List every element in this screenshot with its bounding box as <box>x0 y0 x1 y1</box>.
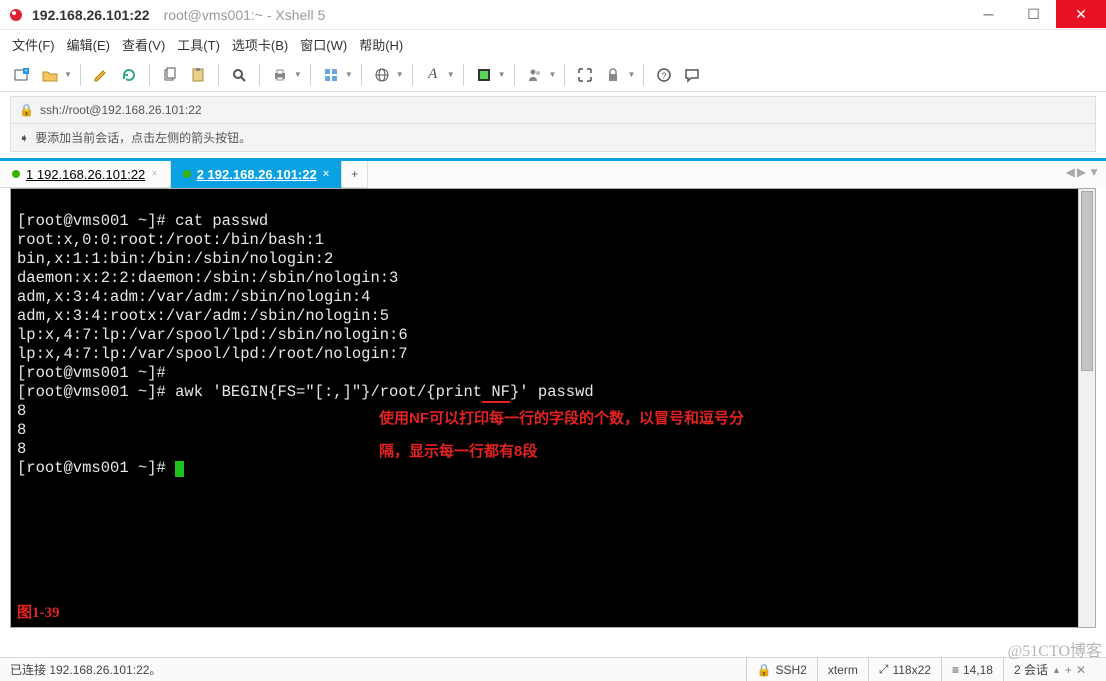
menu-view[interactable]: 查看(V) <box>122 35 165 54</box>
status-term: xterm <box>817 658 868 681</box>
window-title-primary: 192.168.26.101:22 <box>32 7 150 23</box>
minimize-button[interactable]: ─ <box>966 0 1011 28</box>
terminal-line: adm,x:3:4:rootx:/var/adm:/sbin/nologin:5 <box>17 307 389 325</box>
tab-prev-icon[interactable]: ◀ <box>1066 165 1075 179</box>
status-dot-icon <box>183 170 191 178</box>
status-dot-icon <box>12 170 20 178</box>
terminal-scrollbar[interactable] <box>1078 189 1095 627</box>
plus-icon[interactable]: + <box>1065 663 1072 677</box>
svg-text:+: + <box>24 68 28 75</box>
add-tab-button[interactable]: + <box>342 161 368 188</box>
help-icon[interactable]: ? <box>652 63 676 87</box>
edit-icon[interactable] <box>89 63 113 87</box>
close-small-icon[interactable]: ✕ <box>1076 663 1086 677</box>
terminal-line: 8 <box>17 440 26 458</box>
properties-icon[interactable] <box>319 63 343 87</box>
color-icon[interactable] <box>472 63 496 87</box>
terminal-container: [root@vms001 ~]# cat passwd root:x,0:0:r… <box>10 188 1096 628</box>
print-icon[interactable] <box>268 63 292 87</box>
tab-close-icon[interactable]: × <box>323 168 329 180</box>
font-icon[interactable]: A <box>421 63 445 87</box>
window-controls: ─ ☐ ✕ <box>966 0 1106 29</box>
position-icon: ≡ <box>952 663 959 677</box>
annotation-line-2: 隔，显示每一行都有8段 <box>379 437 537 467</box>
terminal-line: [root@vms001 ~]# awk 'BEGIN{FS="[:,]"}/r… <box>17 383 594 403</box>
menu-edit[interactable]: 编辑(E) <box>67 35 110 54</box>
status-pos: ≡14,18 <box>941 658 1003 681</box>
lock-small-icon: 🔒 <box>19 103 34 117</box>
maximize-button[interactable]: ☐ <box>1011 0 1056 28</box>
chevron-up-icon[interactable]: ▲ <box>1052 665 1061 675</box>
tab-next-icon[interactable]: ▶ <box>1077 165 1086 179</box>
fullscreen-icon[interactable] <box>573 63 597 87</box>
hint-text: 要添加当前会话，点击左侧的箭头按钮。 <box>35 129 251 146</box>
app-icon <box>8 7 24 23</box>
dropdown-icon[interactable]: ▼ <box>549 70 557 79</box>
dropdown-icon[interactable]: ▼ <box>345 70 353 79</box>
dropdown-icon[interactable]: ▼ <box>64 70 72 79</box>
session-tab-1[interactable]: 1 192.168.26.101:22 × <box>0 161 171 188</box>
chat-icon[interactable] <box>680 63 704 87</box>
terminal[interactable]: [root@vms001 ~]# cat passwd root:x,0:0:r… <box>11 189 1078 627</box>
search-icon[interactable] <box>227 63 251 87</box>
lock-small-icon: 🔒 <box>757 663 772 677</box>
reconnect-icon[interactable] <box>117 63 141 87</box>
dropdown-icon[interactable]: ▼ <box>294 70 302 79</box>
menu-file[interactable]: 文件(F) <box>12 35 55 54</box>
users-icon[interactable] <box>523 63 547 87</box>
status-size: ⤢118x22 <box>868 658 941 681</box>
status-sessions: 2 会话 ▲ + ✕ <box>1003 658 1096 681</box>
figure-label: 图1-39 <box>17 604 60 623</box>
dropdown-icon[interactable]: ▼ <box>627 70 635 79</box>
new-session-icon[interactable]: + <box>10 63 34 87</box>
scrollbar-thumb[interactable] <box>1081 191 1093 371</box>
menu-tab[interactable]: 选项卡(B) <box>232 35 288 54</box>
terminal-line: 8 <box>17 421 26 439</box>
session-tab-2[interactable]: 2 192.168.26.101:22 × <box>171 161 342 188</box>
tab-close-icon[interactable]: × <box>151 168 157 180</box>
resize-icon: ⤢ <box>879 662 889 677</box>
svg-text:?: ? <box>662 71 667 81</box>
close-button[interactable]: ✕ <box>1056 0 1106 28</box>
arrow-icon[interactable]: ➧ <box>19 131 29 145</box>
status-connected: 已连接 192.168.26.101:22。 <box>10 661 161 678</box>
tab-menu-icon[interactable]: ▼ <box>1088 165 1100 179</box>
status-proto: 🔒SSH2 <box>746 658 817 681</box>
dropdown-icon[interactable]: ▼ <box>447 70 455 79</box>
terminal-line: bin,x:1:1:bin:/bin:/sbin/nologin:2 <box>17 250 333 268</box>
menu-bar: 文件(F) 编辑(E) 查看(V) 工具(T) 选项卡(B) 窗口(W) 帮助(… <box>0 30 1106 58</box>
terminal-line: [root@vms001 ~]# <box>17 459 184 477</box>
open-session-icon[interactable] <box>38 63 62 87</box>
annotation-line-1: 使用NF可以打印每一行的字段的个数，以冒号和逗号分 <box>379 404 744 434</box>
cursor-icon <box>175 461 184 477</box>
tab-label: 2 192.168.26.101:22 <box>197 167 317 182</box>
window-title-secondary: root@vms001:~ - Xshell 5 <box>164 7 326 23</box>
terminal-line: lp:x,4:7:lp:/var/spool/lpd:/sbin/nologin… <box>17 326 408 344</box>
address-text: ssh://root@192.168.26.101:22 <box>40 103 202 117</box>
terminal-line: lp:x,4:7:lp:/var/spool/lpd:/root/nologin… <box>17 345 408 363</box>
address-bar[interactable]: 🔒 ssh://root@192.168.26.101:22 <box>10 96 1096 124</box>
terminal-line: root:x,0:0:root:/root:/bin/bash:1 <box>17 231 324 249</box>
dropdown-icon[interactable]: ▼ <box>396 70 404 79</box>
terminal-line: 8 <box>17 402 26 420</box>
terminal-line: daemon:x:2:2:daemon:/sbin:/sbin/nologin:… <box>17 269 398 287</box>
titlebar: 192.168.26.101:22 root@vms001:~ - Xshell… <box>0 0 1106 30</box>
menu-help[interactable]: 帮助(H) <box>359 35 403 54</box>
terminal-line: adm,x:3:4:adm:/var/adm:/sbin/nologin:4 <box>17 288 370 306</box>
menu-tools[interactable]: 工具(T) <box>177 35 220 54</box>
tab-bar: 1 192.168.26.101:22 × 2 192.168.26.101:2… <box>0 158 1106 188</box>
paste-icon[interactable] <box>186 63 210 87</box>
globe-icon[interactable] <box>370 63 394 87</box>
hint-bar: ➧ 要添加当前会话，点击左侧的箭头按钮。 <box>10 124 1096 152</box>
dropdown-icon[interactable]: ▼ <box>498 70 506 79</box>
terminal-line: [root@vms001 ~]# <box>17 364 166 382</box>
tab-label: 1 192.168.26.101:22 <box>26 167 145 182</box>
copy-icon[interactable] <box>158 63 182 87</box>
lock-icon[interactable] <box>601 63 625 87</box>
menu-window[interactable]: 窗口(W) <box>300 35 347 54</box>
status-bar: 已连接 192.168.26.101:22。 🔒SSH2 xterm ⤢118x… <box>0 657 1106 681</box>
terminal-line: [root@vms001 ~]# cat passwd <box>17 212 268 230</box>
toolbar: + ▼ ▼ ▼ ▼ A ▼ ▼ ▼ ▼ ? <box>0 58 1106 92</box>
